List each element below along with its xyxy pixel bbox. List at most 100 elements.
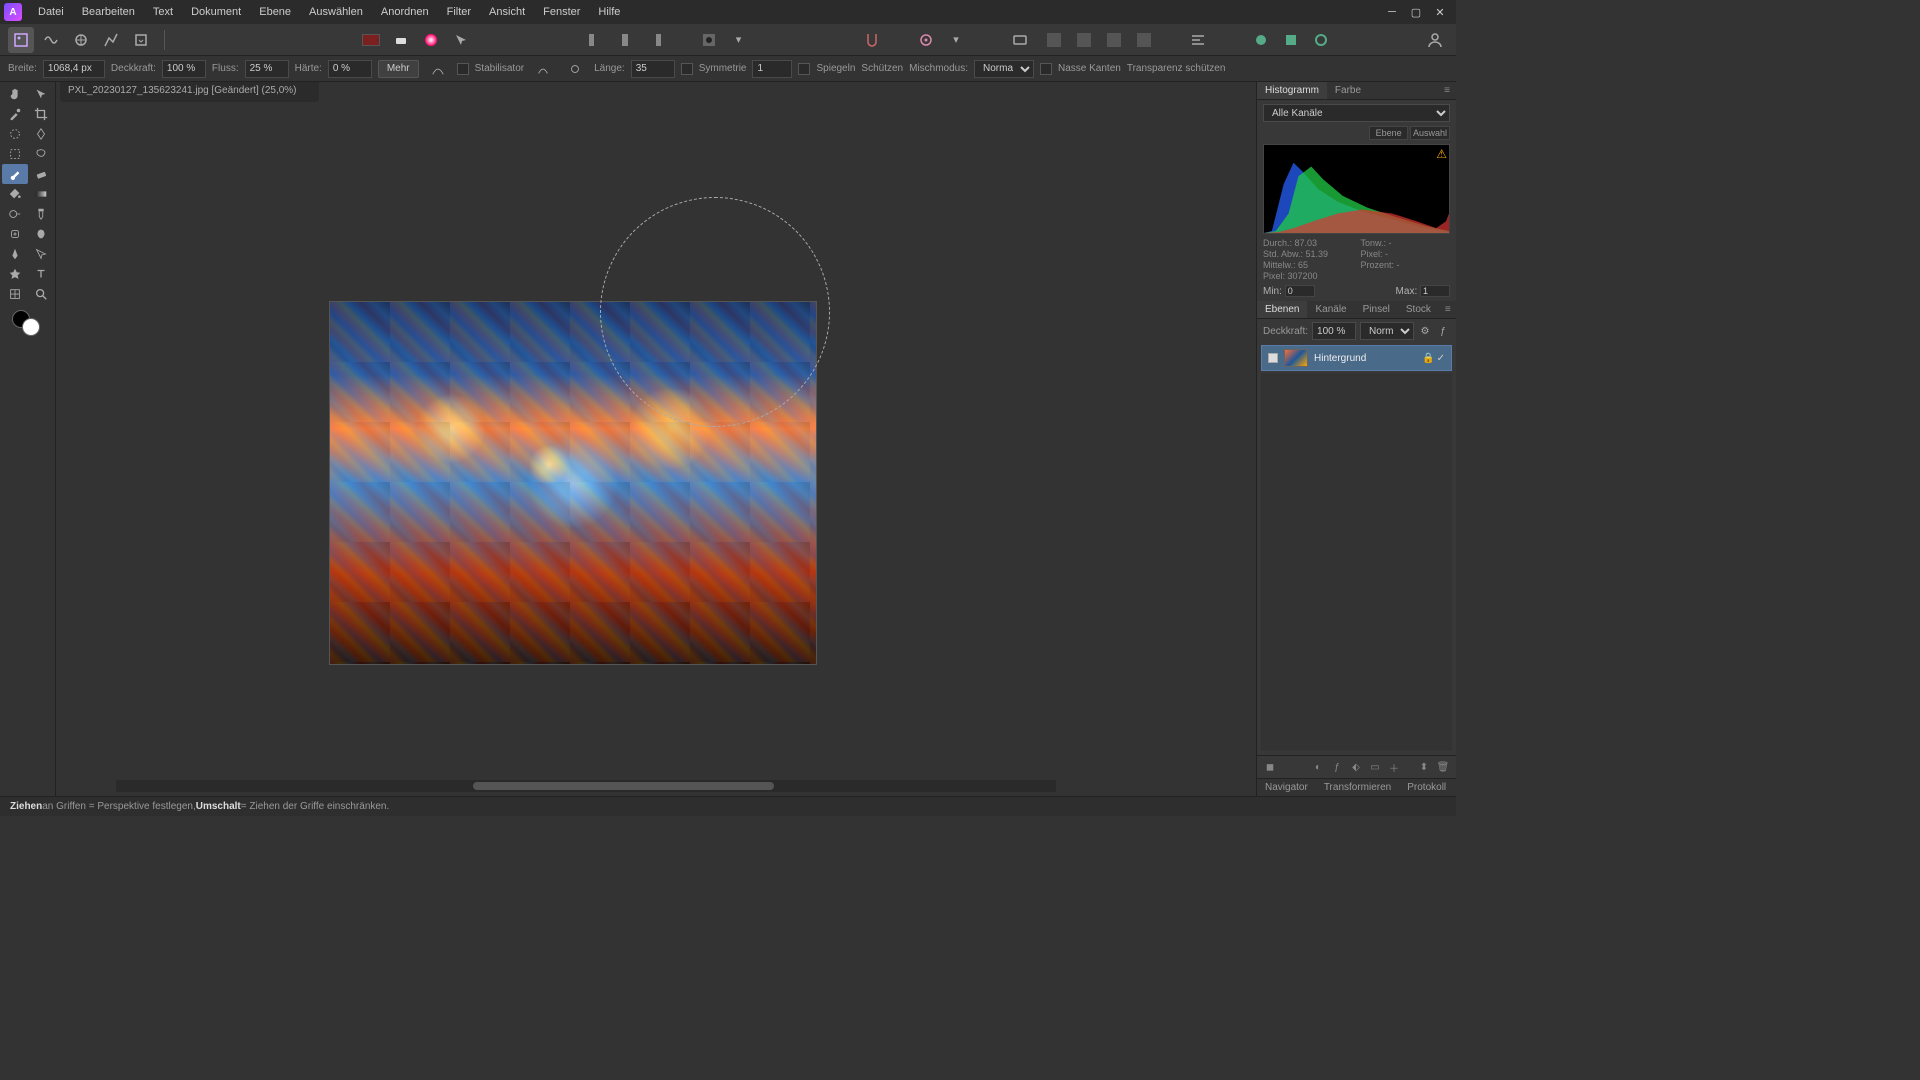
node-tool[interactable] [28, 244, 54, 264]
persona-export-button[interactable] [128, 27, 154, 53]
layer-merge-button[interactable]: ⬍ [1415, 759, 1433, 775]
menu-ansicht[interactable]: Ansicht [481, 2, 533, 22]
tab-stock[interactable]: Stock [1398, 301, 1439, 318]
color-wheel-button[interactable] [418, 27, 444, 53]
more-button[interactable]: Mehr [378, 60, 419, 78]
wetedges-checkbox[interactable] [1040, 63, 1052, 75]
menu-text[interactable]: Text [145, 2, 181, 22]
tab-kanaele[interactable]: Kanäle [1307, 301, 1354, 318]
layer-check-icon[interactable]: ✓ [1437, 353, 1445, 364]
layer-blend-select[interactable]: Normal [1360, 322, 1414, 340]
snap-button[interactable] [859, 27, 885, 53]
assistant-dropdown[interactable]: ▾ [943, 27, 969, 53]
layer-delete-button[interactable]: 🗑 [1434, 759, 1452, 775]
document-tab[interactable]: PXL_20230127_135623241.jpg [Geändert] (2… [60, 82, 319, 102]
width-input[interactable] [43, 60, 105, 78]
marquee-tool[interactable] [2, 144, 28, 164]
symmetry-input[interactable] [752, 60, 792, 78]
persona-tonemap-button[interactable] [98, 27, 124, 53]
colour-picker-tool[interactable] [2, 104, 28, 124]
grid-right-button[interactable] [642, 27, 668, 53]
tab-farbe[interactable]: Farbe [1327, 82, 1369, 99]
arrange-4-button[interactable] [1131, 27, 1157, 53]
tab-pinsel[interactable]: Pinsel [1355, 301, 1398, 318]
canvas-viewport[interactable] [60, 102, 1252, 778]
tab-navigator[interactable]: Navigator [1257, 779, 1316, 796]
pen-tool[interactable] [2, 244, 28, 264]
paint-brush-tool[interactable] [2, 164, 28, 184]
layer-mask-button[interactable]: ◼ [1261, 759, 1279, 775]
healing-tool[interactable] [2, 224, 28, 244]
dodge-tool[interactable] [2, 204, 28, 224]
panel-menu-icon[interactable]: ≡ [1438, 82, 1456, 99]
symmetry-checkbox[interactable] [681, 63, 693, 75]
persona-liquify-button[interactable] [38, 27, 64, 53]
menu-fenster[interactable]: Fenster [535, 2, 588, 22]
window-maximize-button[interactable]: ▢ [1404, 2, 1428, 22]
menu-datei[interactable]: Datei [30, 2, 72, 22]
preview-button[interactable] [1007, 27, 1033, 53]
zoom-tool[interactable] [28, 284, 54, 304]
stabilizer-mode1-icon[interactable] [530, 56, 556, 82]
persona-develop-button[interactable] [68, 27, 94, 53]
text-tool[interactable] [28, 264, 54, 284]
crop-tool[interactable] [28, 104, 54, 124]
tab-protokoll[interactable]: Protokoll [1399, 779, 1454, 796]
grid-center-button[interactable] [612, 27, 638, 53]
menu-anordnen[interactable]: Anordnen [373, 2, 437, 22]
pressure-icon[interactable] [425, 56, 451, 82]
tab-histogram[interactable]: Histogramm [1257, 82, 1327, 99]
smudge-tool[interactable] [28, 224, 54, 244]
flow-input[interactable] [245, 60, 289, 78]
gradient-tool[interactable] [28, 184, 54, 204]
persona-photo-button[interactable] [8, 27, 34, 53]
blendmode-select[interactable]: Normal [974, 60, 1034, 78]
layer-visibility-checkbox[interactable] [1268, 353, 1278, 363]
mirror-checkbox[interactable] [798, 63, 810, 75]
assistant-button[interactable] [913, 27, 939, 53]
layer-lock-icon[interactable]: 🔒 [1422, 353, 1434, 364]
stock-3-button[interactable] [1308, 27, 1334, 53]
menu-ebene[interactable]: Ebene [251, 2, 299, 22]
layer-row-background[interactable]: Hintergrund 🔒 ✓ [1261, 345, 1452, 371]
menu-bearbeiten[interactable]: Bearbeiten [74, 2, 143, 22]
mesh-warp-tool[interactable] [2, 284, 28, 304]
stabilizer-checkbox[interactable] [457, 63, 469, 75]
menu-hilfe[interactable]: Hilfe [590, 2, 628, 22]
selection-brush-tool[interactable] [2, 124, 28, 144]
erase-brush-tool[interactable] [28, 164, 54, 184]
stabilizer-mode2-icon[interactable] [562, 56, 588, 82]
stock-2-button[interactable] [1278, 27, 1304, 53]
foreground-color-well[interactable] [358, 27, 384, 53]
layers-empty-area[interactable] [1261, 373, 1452, 751]
hand-tool[interactable] [2, 84, 28, 104]
foreground-color-swatch[interactable] [22, 318, 40, 336]
quickmask-dropdown[interactable]: ▾ [725, 27, 751, 53]
histogram-min-input[interactable] [1285, 285, 1315, 297]
length-input[interactable] [631, 60, 675, 78]
grid-left-button[interactable] [582, 27, 608, 53]
arrange-1-button[interactable] [1041, 27, 1067, 53]
hardness-input[interactable] [328, 60, 372, 78]
tab-transformieren[interactable]: Transformieren [1316, 779, 1399, 796]
menu-dokument[interactable]: Dokument [183, 2, 249, 22]
horizontal-scrollbar[interactable] [116, 780, 1056, 792]
quickmask-button[interactable] [696, 27, 722, 53]
tab-ebenen[interactable]: Ebenen [1257, 301, 1307, 318]
histogram-scope-ebene[interactable]: Ebene [1369, 126, 1408, 140]
eraser-toggle-button[interactable] [388, 27, 414, 53]
clone-tool[interactable] [28, 204, 54, 224]
layer-fx-button[interactable]: ƒ [1328, 759, 1346, 775]
align-button[interactable] [1185, 27, 1211, 53]
window-close-button[interactable]: ✕ [1428, 2, 1452, 22]
layer-adjust-button[interactable]: ◐ [1309, 759, 1327, 775]
layer-add-button[interactable]: ＋ [1385, 759, 1403, 775]
horizontal-scrollbar-thumb[interactable] [473, 782, 774, 790]
layer-live-button[interactable]: ⬖ [1347, 759, 1365, 775]
menu-auswaehlen[interactable]: Auswählen [301, 2, 371, 22]
fill-tool[interactable] [2, 184, 28, 204]
histogram-max-input[interactable] [1420, 285, 1450, 297]
menu-filter[interactable]: Filter [439, 2, 479, 22]
auto-select-button[interactable] [448, 27, 474, 53]
shape-tool[interactable] [2, 264, 28, 284]
